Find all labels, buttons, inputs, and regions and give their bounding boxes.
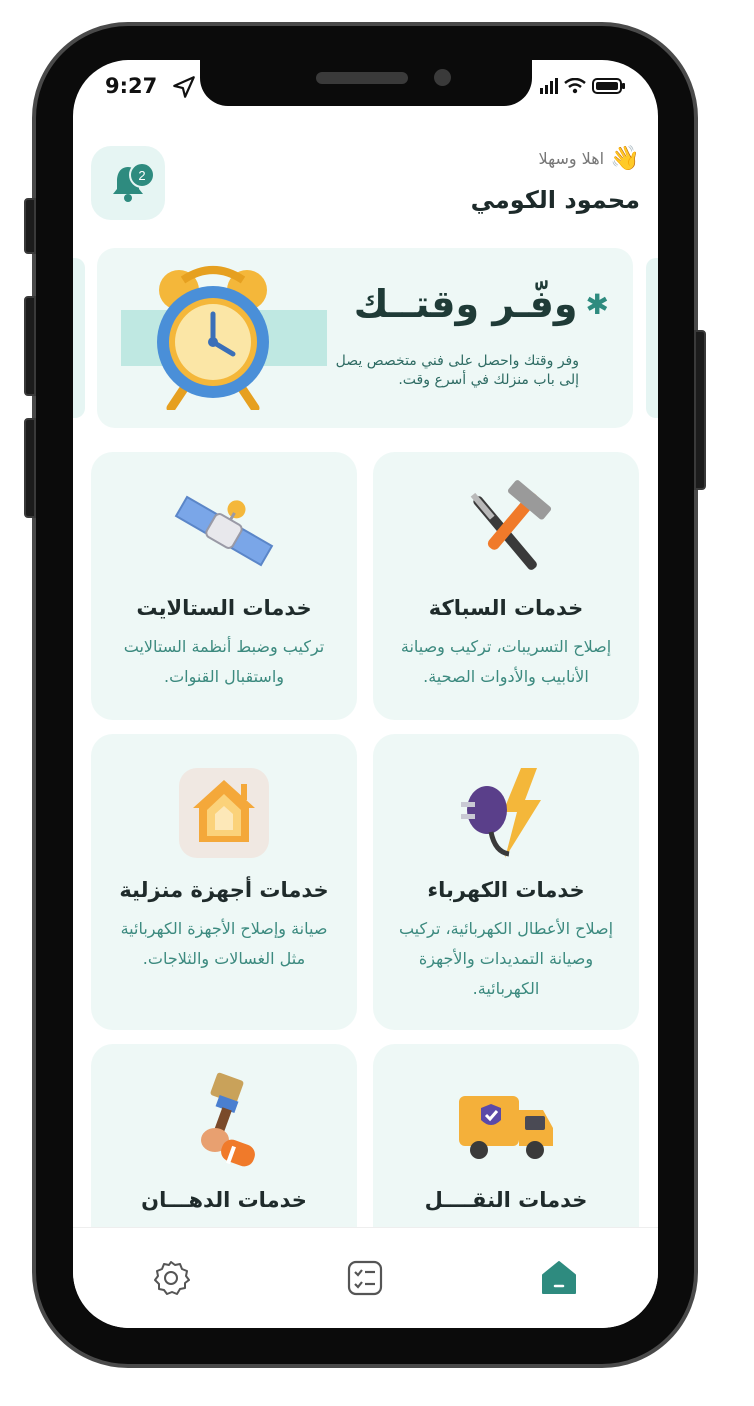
banner-title: ✱ وفّـر وقتــك <box>353 282 609 326</box>
notification-badge: 2 <box>129 162 155 188</box>
service-card-satellite[interactable]: خدمات الستالايت تركيب وضبط أنظمة الستالا… <box>91 452 357 720</box>
alarm-clock-icon <box>157 266 269 410</box>
service-description: صيانة وإصلاح الأجهزة الكهربائية مثل الغس… <box>120 919 328 968</box>
service-title: خدمات الستالايت <box>136 596 312 620</box>
notch <box>200 60 532 106</box>
waving-hand-icon: 👋 <box>610 144 640 172</box>
paint-brush-icon <box>201 1072 255 1167</box>
service-card-home-appliances[interactable]: خدمات أجهزة منزلية صيانة وإصلاح الأجهزة … <box>91 734 357 1030</box>
status-time: 9:27 <box>105 74 158 98</box>
status-indicators <box>540 78 626 94</box>
service-title: خدمات السباكة <box>428 596 584 620</box>
front-camera <box>434 69 451 86</box>
service-title: خدمات الكهرباء <box>427 878 585 902</box>
power-button <box>694 330 706 490</box>
service-card-plumbing[interactable]: خدمات السباكة إصلاح التسريبات، تركيب وصي… <box>373 452 639 720</box>
service-description: إصلاح الأعطال الكهربائية، تركيب وصيانة ا… <box>398 919 614 998</box>
plug-lightning-icon <box>461 768 541 858</box>
location-arrow-icon <box>173 76 195 98</box>
nav-orders[interactable] <box>345 1258 385 1298</box>
greeting-text: اهلا وسهلا <box>538 148 605 168</box>
speaker <box>316 72 408 84</box>
banner-prev-peek[interactable] <box>73 258 85 418</box>
service-description: تركيب وضبط أنظمة الستالايت واستقبال القن… <box>123 637 325 686</box>
settings-icon <box>154 1261 190 1295</box>
bottom-nav <box>73 1227 658 1328</box>
sparkle-icon: ✱ <box>585 287 609 321</box>
app-screen: 9:27 2 👋 اهلا وسهلا محمود الكومي ✱ وفّـر… <box>73 60 658 1328</box>
wifi-icon <box>564 78 586 94</box>
tools-icon <box>470 480 552 570</box>
home-icon <box>542 1261 576 1294</box>
checklist-icon <box>347 1260 383 1296</box>
mute-switch <box>24 198 36 254</box>
nav-home[interactable] <box>539 1258 579 1298</box>
truck-icon <box>459 1096 553 1159</box>
home-appliance-icon <box>179 768 269 858</box>
service-card-electricity[interactable]: خدمات الكهرباء إصلاح الأعطال الكهربائية،… <box>373 734 639 1030</box>
signal-icon <box>540 78 558 94</box>
volume-up-button <box>24 296 36 396</box>
greeting: 👋 اهلا وسهلا <box>539 144 640 172</box>
volume-down-button <box>24 418 36 518</box>
service-title: خدمات النقــــل <box>424 1188 588 1212</box>
service-title: خدمات الدهـــان <box>141 1188 307 1212</box>
service-description: إصلاح التسريبات، تركيب وصيانة الأنابيب و… <box>400 637 612 686</box>
banner-next-peek[interactable] <box>646 258 658 418</box>
service-title: خدمات أجهزة منزلية <box>119 878 329 902</box>
notifications-button[interactable]: 2 <box>91 146 165 220</box>
battery-icon <box>592 78 625 94</box>
banner-description: وفر وقتك واحصل على فني متخصص يصل إلى باب… <box>335 353 579 388</box>
promo-banner[interactable]: ✱ وفّـر وقتــك وفر وقتك واحصل على فني مت… <box>97 248 633 428</box>
nav-settings[interactable] <box>151 1258 191 1298</box>
user-name: محمود الكومي <box>470 186 640 214</box>
satellite-icon <box>174 495 274 567</box>
